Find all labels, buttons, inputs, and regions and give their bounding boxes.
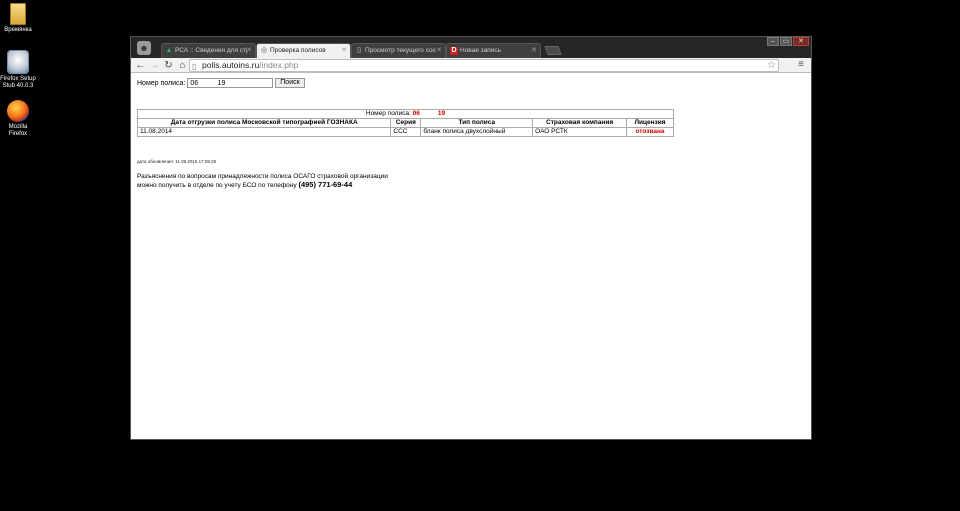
firefox-icon	[7, 100, 29, 122]
cell-type: бланк полиса двухслойный	[420, 127, 534, 137]
search-form: Номер полиса: Поиск	[137, 78, 797, 89]
desktop-icon-folder[interactable]: Времянка	[0, 3, 36, 34]
tab-polis-check[interactable]: ◎ Проверка полисов ✕	[256, 43, 351, 58]
tab-strip: ☻ ▲ РСА :: Сведения для стр ✕ ◎ Проверка…	[131, 37, 811, 58]
installer-icon	[7, 50, 29, 74]
column-header: Дата отгрузки полиса Московской типограф…	[136, 118, 392, 128]
search-button[interactable]: Поиск	[275, 78, 305, 88]
page-favicon: ▯	[357, 47, 361, 54]
browser-window: ☻ ▲ РСА :: Сведения для стр ✕ ◎ Проверка…	[130, 36, 812, 440]
url-path: /index.php	[259, 60, 299, 70]
column-header: Тип полиса	[420, 118, 534, 128]
browser-toolbar: ← → ↻ ⌂ ▯ polis.autoins.ru/index.php ☆ ≡	[131, 58, 811, 73]
desktop-icon-firefox-setup[interactable]: Firefox Setup Stub 40.0.3	[0, 50, 36, 90]
tab-title: Проверка полисов	[270, 47, 326, 54]
folder-icon	[10, 3, 26, 25]
policy-number-input[interactable]	[187, 78, 274, 88]
maximize-button[interactable]: ▭	[780, 37, 792, 46]
phone-number: (495) 771-69-44	[298, 180, 353, 189]
menu-hamburger-icon[interactable]: ≡	[795, 59, 807, 71]
cell-license-status: отозвана	[626, 127, 674, 137]
rsa-favicon: ▲	[165, 47, 173, 54]
address-bar[interactable]: ▯ polis.autoins.ru/index.php ☆	[189, 59, 779, 72]
tab-view-status[interactable]: ▯ Просмотр текущего сос ✕	[351, 43, 446, 58]
polis-favicon: ◎	[260, 47, 268, 54]
desktop-icon-label: Firefox Setup Stub 40.0.3	[0, 76, 36, 89]
tab-title: Новая запись	[460, 47, 502, 54]
tab-new-entry[interactable]: D Новая запись ✕	[446, 43, 541, 58]
page-viewport: Номер полиса: Поиск Номер полиса: 06 19 …	[131, 73, 811, 439]
tab-rsa[interactable]: ▲ РСА :: Сведения для стр ✕	[161, 43, 256, 58]
search-label: Номер полиса:	[137, 80, 186, 87]
result-caption-row: Номер полиса: 06 19	[137, 109, 674, 119]
desktop-icon-label: Времянка	[4, 27, 32, 33]
close-tab-icon[interactable]: ✕	[436, 44, 442, 57]
new-tab-button[interactable]	[544, 46, 562, 55]
tab-title: РСА :: Сведения для стр	[175, 47, 247, 54]
table-header-row: Дата отгрузки полиса Московской типограф…	[136, 118, 674, 128]
cell-series: ССС	[390, 127, 422, 137]
url-host: polis.autoins.ru	[202, 60, 260, 70]
home-icon[interactable]: ⌂	[176, 59, 189, 72]
column-header: Страховая компания	[532, 118, 627, 128]
info-text: Разъяснения по вопросам принадлежности п…	[137, 173, 388, 190]
back-arrow-icon[interactable]: ←	[134, 59, 147, 72]
close-window-button[interactable]: ✕	[793, 37, 809, 46]
reload-icon[interactable]: ↻	[162, 59, 175, 72]
info-line-2: можно получить в отделе по учету БСО по …	[137, 182, 297, 189]
desktop: Времянка Firefox Setup Stub 40.0.3 Mozil…	[0, 0, 960, 511]
column-header: Лицензия	[626, 118, 674, 128]
desktop-icon-label: Mozilla Firefox	[8, 124, 28, 137]
incognito-profile-icon[interactable]: ☻	[137, 41, 151, 55]
table-row: 11.08.2014 ССС бланк полиса двухслойный …	[136, 127, 674, 137]
red-d-favicon: D	[450, 47, 458, 55]
page-info-icon[interactable]: ▯	[192, 61, 196, 72]
result-policy-number: 06 19	[412, 110, 446, 117]
update-date: дата обновления: 11.09.2015 17:08:25	[137, 159, 217, 164]
result-caption-label: Номер полиса:	[365, 110, 411, 117]
results-table: Номер полиса: 06 19 Дата отгрузки полиса…	[136, 109, 674, 137]
close-tab-icon[interactable]: ✕	[341, 44, 347, 57]
close-tab-icon[interactable]: ✕	[531, 44, 537, 57]
tab-title: Просмотр текущего сос	[365, 47, 436, 54]
forward-arrow-icon[interactable]: →	[148, 59, 161, 72]
cell-company: ОАО РСТК	[532, 127, 627, 137]
column-header: Серия	[390, 118, 422, 128]
cell-date: 11.08.2014	[136, 127, 392, 137]
page-content: Номер полиса: Поиск Номер полиса: 06 19 …	[136, 78, 797, 189]
close-tab-icon[interactable]: ✕	[246, 44, 252, 57]
desktop-icon-firefox[interactable]: Mozilla Firefox	[0, 100, 36, 138]
bookmark-star-icon[interactable]: ☆	[767, 60, 776, 71]
minimize-button[interactable]: –	[767, 37, 779, 46]
